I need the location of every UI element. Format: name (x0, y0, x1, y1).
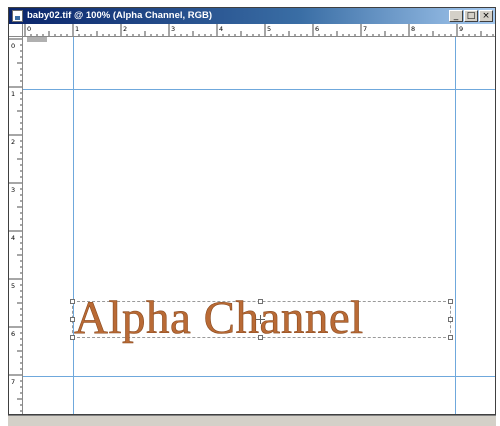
ruler-label: 4 (11, 234, 15, 242)
ruler-label: 6 (11, 330, 15, 338)
transform-handle[interactable] (448, 299, 453, 304)
alpha-channel-text[interactable]: Alpha Channel (74, 293, 364, 344)
close-button[interactable]: × (479, 10, 493, 22)
ruler-label: 6 (315, 25, 319, 33)
guide-horizontal[interactable] (23, 376, 495, 377)
maximize-button[interactable]: □ (464, 10, 478, 22)
document-window: baby02.tif @ 100% (Alpha Channel, RGB) _… (8, 7, 496, 415)
transform-handle[interactable] (448, 335, 453, 340)
window-controls: _ □ × (448, 10, 493, 22)
ruler-label: 5 (267, 25, 271, 33)
ruler-label: 3 (171, 25, 175, 33)
canvas-tab-indicator (27, 37, 47, 42)
ruler-label: 5 (11, 282, 15, 290)
ruler-label: 2 (11, 138, 15, 146)
ruler-label: 9 (459, 25, 463, 33)
ruler-label: 4 (219, 25, 223, 33)
document-icon (12, 10, 23, 22)
guide-horizontal[interactable] (23, 89, 495, 90)
transform-handle[interactable] (448, 317, 453, 322)
ruler-label: 0 (11, 42, 15, 50)
ruler-label: 0 (27, 25, 31, 33)
ruler-label: 1 (11, 90, 15, 98)
ruler-label: 7 (11, 378, 15, 386)
ruler-label: 7 (363, 25, 367, 33)
ruler-label: 1 (75, 25, 79, 33)
window-title: baby02.tif @ 100% (Alpha Channel, RGB) (27, 10, 213, 21)
title-bar[interactable]: baby02.tif @ 100% (Alpha Channel, RGB) _… (9, 8, 495, 24)
minimize-button[interactable]: _ (449, 10, 463, 22)
vertical-ruler[interactable]: 0 1 2 3 4 5 6 7 (9, 37, 23, 414)
ruler-label: 8 (411, 25, 415, 33)
image-canvas[interactable]: Alpha Channel (23, 37, 495, 414)
horizontal-ruler[interactable]: 0 1 2 3 4 5 6 7 8 9 (23, 24, 495, 37)
window-bottom-edge (8, 415, 496, 426)
reference-point-icon[interactable] (256, 315, 265, 324)
ruler-label: 3 (11, 186, 15, 194)
guide-vertical[interactable] (455, 37, 456, 414)
ruler-origin-corner[interactable] (9, 24, 23, 37)
guide-vertical[interactable] (73, 37, 74, 414)
ruler-label: 2 (123, 25, 127, 33)
